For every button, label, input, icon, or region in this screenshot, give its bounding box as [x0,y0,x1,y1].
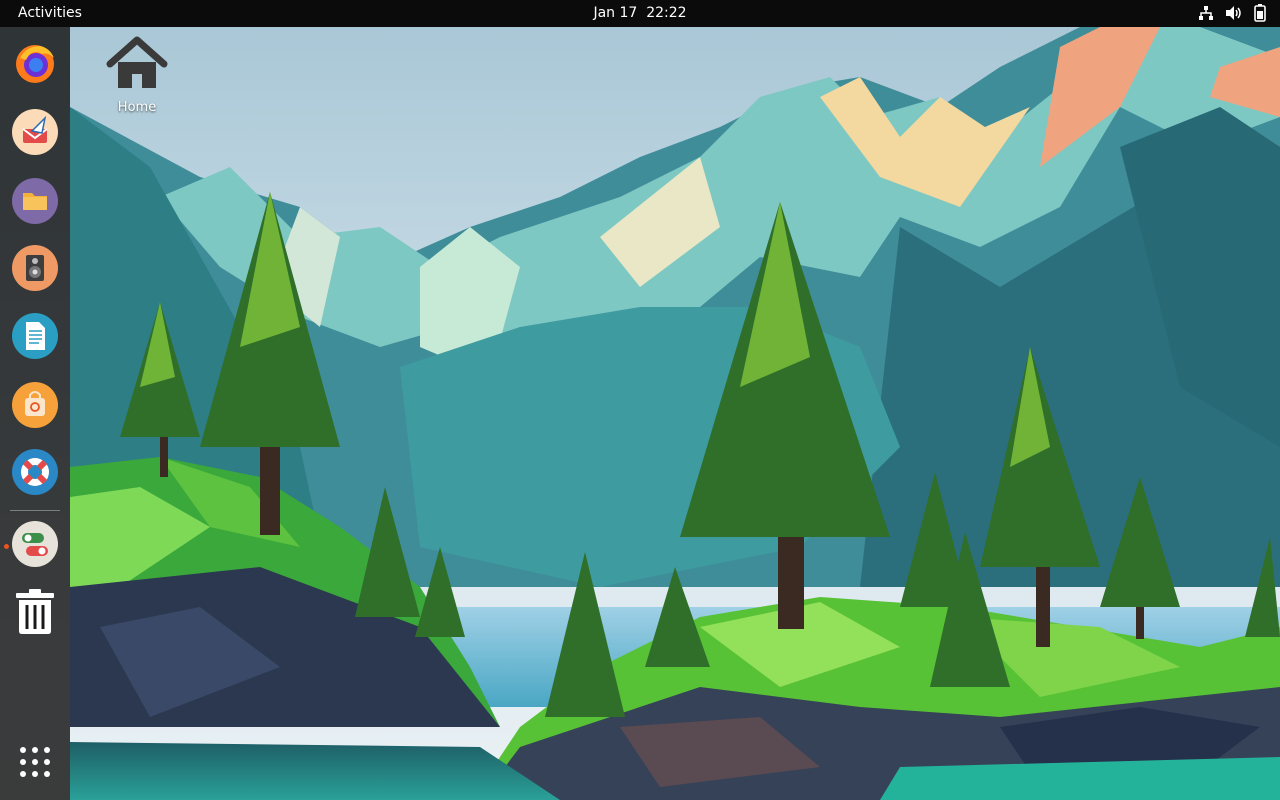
dock-app-trash[interactable] [12,587,58,634]
home-label: Home [117,100,157,115]
network-icon[interactable] [1198,5,1214,21]
dock-app-files[interactable] [12,178,58,224]
trash-icon [16,589,54,634]
battery-icon[interactable] [1254,4,1266,22]
clock-button[interactable]: Jan 17 22:22 [0,5,1280,21]
clock-date: Jan 17 [593,5,638,21]
apps-grid-icon [20,747,50,777]
dock [0,27,70,800]
top-bar: Activities Jan 17 22:22 [0,0,1280,27]
dock-app-software[interactable] [12,382,58,428]
dock-app-mail[interactable] [12,109,58,155]
dock-app-toggles[interactable] [12,521,58,567]
text-document-icon [26,322,45,350]
dock-app-firefox[interactable] [12,40,58,86]
mail-client-icon [22,115,48,143]
firefox-icon [16,45,54,83]
system-tray[interactable] [1198,4,1266,22]
volume-icon[interactable] [1225,5,1243,21]
home-icon [106,36,168,88]
dock-app-text-editor[interactable] [12,313,58,359]
ubuntu-software-icon [25,391,45,416]
dock-separator [10,510,60,511]
desktop-home-shortcut[interactable]: Home [100,36,174,115]
lifebuoy-help-icon [21,458,49,486]
clock-time: 22:22 [646,5,687,21]
dock-app-music[interactable] [12,245,58,291]
files-folder-icon [23,193,47,210]
running-indicator [4,544,9,549]
speaker-music-icon [26,255,44,281]
toggle-settings-icon [22,533,48,556]
dock-app-help[interactable] [12,449,58,495]
show-applications-button[interactable] [18,745,52,779]
desktop-wallpaper [0,27,1280,800]
